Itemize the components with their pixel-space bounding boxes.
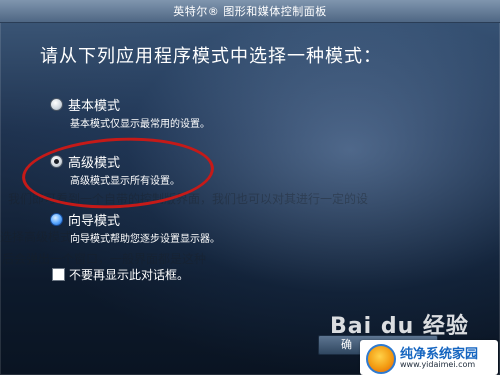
option-wizard-label: 向导模式 [68,214,121,229]
background-text-line3: 后会弹出一个窗口，一般界面都是这种 [2,252,207,266]
option-basic-description: 基本模式仅显示最常用的设置。 [70,119,210,130]
dialog-heading: 请从下列应用程序模式中选择一种模式： [40,46,382,67]
radio-basic-mode[interactable] [50,98,63,111]
site-logo-url: www.yidaimei.com [400,360,476,369]
dont-show-again-label: 不要再显示此对话框。 [69,268,190,282]
site-logo-icon [366,344,396,374]
title-bar[interactable]: 英特尔® 图形和媒体控制面板 [0,0,500,23]
dont-show-again-checkbox[interactable] [52,268,65,281]
site-logo-badge: 纯净系统家园 www.yidaimei.com [360,340,498,375]
radio-wizard-mode[interactable] [50,213,63,226]
option-wizard-description: 向导模式帮助您逐步设置显示器。 [70,234,220,245]
option-basic-label: 基本模式 [68,99,121,114]
background-text-line2: 选择高级模式 [0,230,73,244]
window-title: 英特尔® 图形和媒体控制面板 [173,5,327,18]
